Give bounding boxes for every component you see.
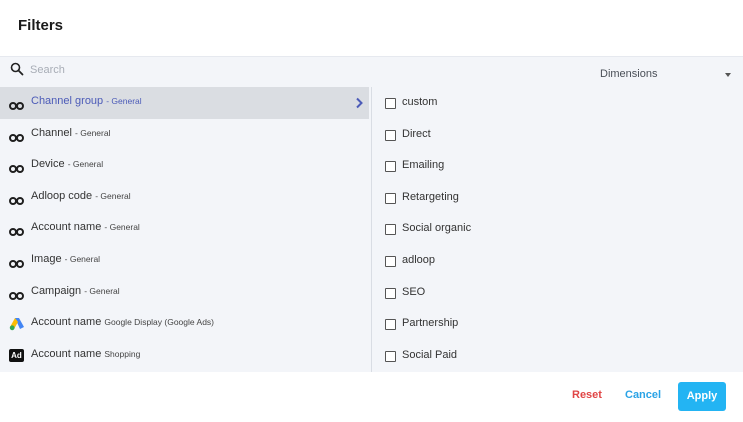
chevron-right-icon [356,97,363,109]
dimension-item[interactable]: Device - General [0,150,369,182]
dimension-label: Channel - General [31,127,110,139]
infinity-icon [9,98,24,110]
dimension-source: - General [104,222,140,233]
option-checkbox[interactable] [385,192,396,204]
value-option[interactable]: Partnership [372,308,743,340]
dimension-item[interactable]: Campaign - General [0,277,369,309]
dimension-item[interactable]: Account name - General [0,213,369,245]
dimension-item[interactable]: Adloop code - General [0,182,369,214]
option-checkbox[interactable] [385,350,396,362]
dimension-source: Google Display (Google Ads) [104,317,215,328]
ad-icon: Ad [9,348,24,362]
infinity-icon [9,130,24,142]
option-checkbox[interactable] [385,319,396,331]
dimension-list: Channel group - General Channel - General… [0,87,371,372]
dimension-name: Channel [31,126,72,139]
option-label: Social Paid [402,348,458,361]
option-label: custom [402,96,438,108]
value-option[interactable]: Emailing [372,150,743,182]
apply-button[interactable]: Apply [678,382,726,411]
dimension-item[interactable]: Channel group - General [0,87,369,119]
option-checkbox[interactable] [385,129,396,141]
option-checkbox[interactable] [385,287,396,299]
option-label: Direct [402,127,431,140]
filters-dialog: Filters Dimensions Channel group - Gener… [0,0,743,422]
dimensions-label: Dimensions [600,68,658,80]
dimension-label: Account name Google Display (Google Ads) [31,316,214,328]
ad-icon-text: Ad [11,350,22,360]
dialog-title: Filters [18,17,64,34]
option-checkbox[interactable] [385,224,396,236]
infinity-icon [9,288,24,300]
dimension-source: Shopping [104,348,141,359]
dimension-item[interactable]: Ad Account name Shopping [0,340,369,372]
value-option[interactable]: Social Paid [372,340,743,372]
filters-body: Dimensions Channel group - GeneralChanne… [0,57,743,372]
dimension-source: - General [64,254,101,264]
dimensions-dropdown[interactable]: Dimensions [600,67,734,83]
dimension-label: Image - General [31,253,100,265]
dimension-item[interactable]: Channel - General [0,119,369,151]
option-label: adloop [402,254,436,266]
dimension-name: Account name [31,316,102,329]
search-input[interactable] [30,61,330,79]
value-option[interactable]: custom [372,87,743,119]
dimension-name: Campaign [31,284,82,297]
value-option[interactable]: Social organic [372,213,743,245]
dimension-source: - General [95,190,131,201]
option-checkbox[interactable] [385,98,396,109]
option-checkbox[interactable] [385,161,396,173]
option-label: Emailing [402,159,445,172]
value-option[interactable]: SEO [372,277,743,309]
option-label: Social organic [402,222,472,235]
infinity-icon [9,161,24,174]
option-label: Partnership [402,317,459,330]
dimension-source: - General [106,96,142,106]
option-label: Retargeting [402,190,459,203]
search-icon [10,62,24,76]
dimension-source: - General [84,285,120,296]
dimension-name: Adloop code [31,189,93,202]
dimension-label: Campaign - General [31,285,120,297]
option-label: SEO [402,285,426,298]
dimension-source: - General [75,127,111,138]
dimension-name: Image [31,253,62,265]
dimension-label: Account name Shopping [31,348,140,360]
dimension-label: Account name - General [31,221,140,233]
dimension-name: Account name [31,221,102,234]
infinity-icon [9,256,24,268]
infinity-icon [9,193,24,205]
infinity-icon [9,224,24,237]
dimension-label: Channel group - General [31,95,142,107]
dialog-footer: Reset Cancel Apply [0,372,743,422]
value-option[interactable]: adloop [372,245,743,277]
reset-button[interactable]: Reset [572,389,602,401]
value-list: custom Direct Emailing Retargeting Social or… [372,87,743,372]
dimension-source: - General [67,159,104,170]
google-ads-icon [9,317,24,331]
cancel-button[interactable]: Cancel [625,389,661,401]
value-option[interactable]: Direct [372,119,743,151]
value-option[interactable]: Retargeting [372,182,743,214]
caret-down-icon [725,73,731,77]
dimension-name: Device [31,158,65,171]
dimension-name: Account name [31,347,102,360]
dimension-name: Channel group [31,95,104,107]
dimension-item[interactable]: Image - General [0,245,369,277]
dimension-item[interactable]: Account name Google Display (Google Ads) [0,308,369,340]
option-checkbox[interactable] [385,256,396,267]
dimension-label: Device - General [31,158,103,170]
dimension-label: Adloop code - General [31,190,131,202]
dialog-header: Filters [0,0,743,57]
